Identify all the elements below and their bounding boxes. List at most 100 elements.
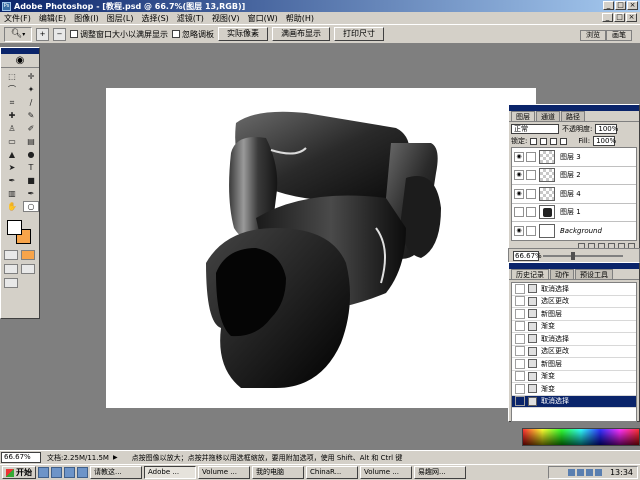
actual-pixels-button[interactable]: 实际像素 xyxy=(218,27,268,41)
ignore-palettes-checkbox[interactable]: 忽略调板 xyxy=(172,29,214,40)
history-item[interactable]: 渐变 xyxy=(512,383,636,396)
zoom-out-icon[interactable]: − xyxy=(53,27,66,41)
lock-pixels-icon[interactable] xyxy=(540,137,548,145)
print-size-button[interactable]: 打印尺寸 xyxy=(334,27,384,41)
history-source-box[interactable] xyxy=(515,346,525,357)
eye-icon[interactable] xyxy=(514,207,524,218)
menu-image[interactable]: 图像(I) xyxy=(74,13,99,24)
taskbar-task[interactable]: Volume ... xyxy=(360,466,412,479)
eraser-tool-icon[interactable]: ▭ xyxy=(4,136,20,147)
history-brush-tool-icon[interactable]: ✐ xyxy=(23,123,39,134)
history-source-box[interactable] xyxy=(515,283,525,294)
doc-close-button[interactable]: × xyxy=(626,13,637,22)
history-item[interactable]: 新图层 xyxy=(512,308,636,321)
blend-mode-select[interactable]: 正常 xyxy=(511,123,559,134)
history-item[interactable]: 取消选择 xyxy=(512,395,636,408)
status-zoom-input[interactable]: 66.67% xyxy=(1,452,41,463)
doc-restore-button[interactable]: □ xyxy=(614,13,625,22)
menu-help[interactable]: 帮助(H) xyxy=(286,13,314,24)
zoom-tool-icon[interactable]: ○ xyxy=(23,201,39,212)
history-source-box[interactable] xyxy=(515,333,525,344)
taskbar-task[interactable]: 请教这... xyxy=(90,466,142,479)
standard-mode-icon[interactable] xyxy=(4,250,18,260)
status-menu-arrow-icon[interactable]: ▶ xyxy=(113,454,118,461)
history-source-box[interactable] xyxy=(515,296,525,307)
menu-filter[interactable]: 滤镜(T) xyxy=(177,13,204,24)
history-source-box[interactable] xyxy=(515,358,525,369)
layer-link-box[interactable] xyxy=(526,225,536,236)
menu-edit[interactable]: 编辑(E) xyxy=(39,13,66,24)
palette-well-tab-browser[interactable]: 浏览 xyxy=(580,30,606,41)
navigator-zoom-slider[interactable] xyxy=(543,251,623,260)
jump-to-imageready-icon[interactable] xyxy=(4,278,18,288)
move-tool-icon[interactable]: ✛ xyxy=(23,71,39,82)
eyedropper-tool-icon[interactable]: ✒ xyxy=(23,188,39,199)
history-source-box[interactable] xyxy=(515,321,525,332)
tab-paths[interactable]: 路径 xyxy=(561,111,585,121)
color-ramp[interactable] xyxy=(522,428,640,446)
eye-icon[interactable]: ◉ xyxy=(514,188,524,199)
photoshop-eye-icon[interactable]: ◉ xyxy=(1,54,39,68)
marquee-tool-icon[interactable]: ⬚ xyxy=(4,71,20,82)
tray-app-icon[interactable] xyxy=(594,469,602,476)
eye-icon[interactable]: ◉ xyxy=(514,170,524,181)
menu-layer[interactable]: 图层(L) xyxy=(107,13,134,24)
type-tool-icon[interactable]: T xyxy=(23,162,39,173)
layer-row[interactable]: ◉ 图层 2 xyxy=(512,167,636,185)
tray-volume-icon[interactable] xyxy=(576,469,584,476)
fit-on-screen-button[interactable]: 满画布显示 xyxy=(272,27,330,41)
taskbar-task[interactable]: 我的电脑 xyxy=(252,466,304,479)
lasso-tool-icon[interactable]: ⌒ xyxy=(4,84,20,95)
lock-transparency-icon[interactable] xyxy=(530,137,538,145)
magic-wand-tool-icon[interactable]: ✦ xyxy=(23,84,39,95)
layer-link-box[interactable] xyxy=(526,188,536,199)
tray-ime-icon[interactable] xyxy=(585,469,593,476)
document-canvas[interactable] xyxy=(106,88,536,408)
taskbar-task[interactable]: Volume ... xyxy=(198,466,250,479)
doc-minimize-button[interactable]: _ xyxy=(602,13,613,22)
tray-network-icon[interactable] xyxy=(567,469,575,476)
crop-tool-icon[interactable]: ⌗ xyxy=(4,97,20,108)
resize-window-checkbox[interactable]: 调整窗口大小以满屏显示 xyxy=(70,29,168,40)
quick-mask-mode-icon[interactable] xyxy=(21,250,35,260)
history-source-box[interactable] xyxy=(515,396,525,407)
menu-file[interactable]: 文件(F) xyxy=(4,13,31,24)
close-button[interactable]: × xyxy=(627,1,638,10)
tab-channels[interactable]: 通道 xyxy=(536,111,560,121)
taskbar-task[interactable]: 易趣网... xyxy=(414,466,466,479)
notes-tool-icon[interactable]: ▥ xyxy=(4,188,20,199)
history-source-box[interactable] xyxy=(515,383,525,394)
fill-input[interactable]: 100% xyxy=(593,136,616,146)
hand-tool-icon[interactable]: ✋ xyxy=(4,201,20,212)
tab-actions[interactable]: 动作 xyxy=(550,269,574,279)
foreground-color-swatch[interactable] xyxy=(7,220,22,235)
quicklaunch-ie-icon[interactable] xyxy=(38,467,49,478)
quicklaunch-media-icon[interactable] xyxy=(77,467,88,478)
eye-icon[interactable]: ◉ xyxy=(514,225,524,236)
brush-tool-icon[interactable]: ✎ xyxy=(23,110,39,121)
quicklaunch-desktop-icon[interactable] xyxy=(64,467,75,478)
gradient-tool-icon[interactable]: ▤ xyxy=(23,136,39,147)
taskbar-task[interactable]: ChinaR... xyxy=(306,466,358,479)
menu-view[interactable]: 视图(V) xyxy=(212,13,240,24)
screen-mode-standard-icon[interactable] xyxy=(4,264,18,274)
slider-knob[interactable] xyxy=(571,251,575,260)
layer-row[interactable]: 图层 1 xyxy=(512,204,636,222)
path-selection-tool-icon[interactable]: ➤ xyxy=(4,162,20,173)
layer-link-box[interactable] xyxy=(526,207,536,218)
history-item[interactable]: 选区更改 xyxy=(512,296,636,308)
navigator-zoom-input[interactable]: 66.67% xyxy=(513,250,542,261)
dodge-tool-icon[interactable]: ● xyxy=(23,149,39,160)
history-source-box[interactable] xyxy=(515,308,525,319)
blur-tool-icon[interactable]: ▲ xyxy=(4,149,20,160)
tool-preset-picker[interactable]: 🔍︎ ▾ xyxy=(4,26,32,42)
taskbar-task-photoshop[interactable]: Adobe ... xyxy=(144,466,196,479)
eye-icon[interactable]: ◉ xyxy=(514,151,524,162)
layer-link-box[interactable] xyxy=(526,151,536,162)
history-item[interactable]: 选区更改 xyxy=(512,346,636,358)
palette-well-tab-brushes[interactable]: 画笔 xyxy=(606,30,632,41)
layer-row[interactable]: ◉ 图层 3 xyxy=(512,148,636,167)
history-item[interactable]: 渐变 xyxy=(512,321,636,333)
history-item[interactable]: 渐变 xyxy=(512,371,636,383)
clone-stamp-tool-icon[interactable]: ♙ xyxy=(4,123,20,134)
